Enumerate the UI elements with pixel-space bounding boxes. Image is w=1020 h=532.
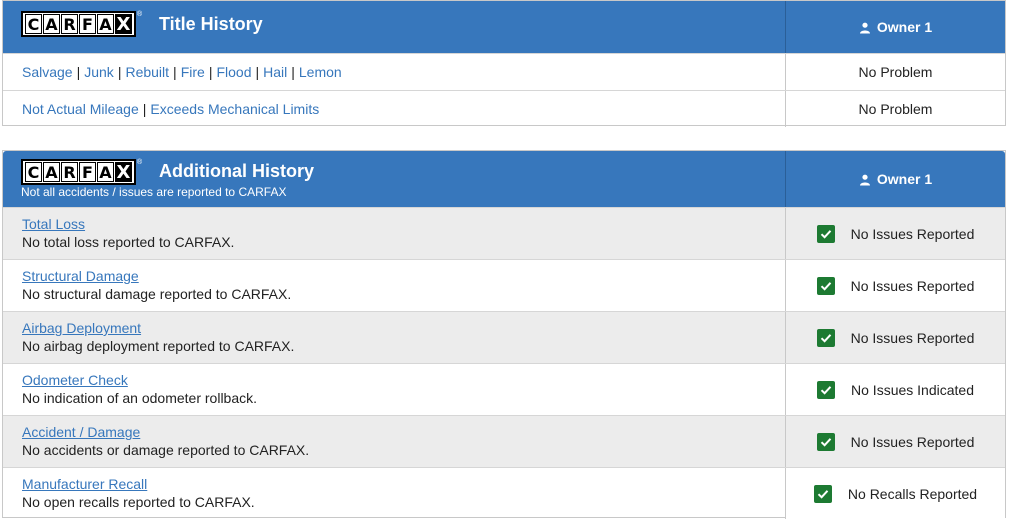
table-row: Accident / Damage No accidents or damage… — [3, 415, 1005, 467]
check-icon — [816, 328, 835, 347]
link-hail[interactable]: Hail — [263, 64, 287, 80]
check-icon — [813, 484, 832, 503]
title-history-header: CARFAX ® Title History Owner 1 — [3, 1, 1005, 53]
link-fire[interactable]: Fire — [181, 64, 205, 80]
item-title-link[interactable]: Total Loss — [22, 216, 85, 232]
mileage-links: Not Actual Mileage | Exceeds Mechanical Li… — [22, 101, 320, 117]
item-description: No airbag deployment reported to CARFAX. — [22, 338, 295, 354]
link-junk[interactable]: Junk — [84, 64, 114, 80]
table-row: Structural Damage No structural damage r… — [3, 259, 1005, 311]
section-subtitle: Not all accidents / issues are reported … — [21, 185, 287, 199]
item-title-link[interactable]: Accident / Damage — [22, 424, 140, 440]
link-salvage[interactable]: Salvage — [22, 64, 73, 80]
status-text: No Issues Reported — [850, 225, 975, 242]
link-flood[interactable]: Flood — [216, 64, 251, 80]
owner-column-header: Owner 1 — [785, 151, 1005, 207]
table-row: Airbag Deployment No airbag deployment r… — [3, 311, 1005, 363]
item-description: No structural damage reported to CARFAX. — [22, 286, 292, 302]
table-row: Not Actual Mileage | Exceeds Mechanical Li… — [3, 90, 1005, 127]
person-icon — [859, 21, 871, 34]
status-text: No Recalls Reported — [847, 485, 978, 502]
section-title: Additional History — [159, 161, 315, 181]
item-description: No indication of an odometer rollback. — [22, 390, 258, 406]
section-title: Title History — [159, 14, 263, 34]
check-icon — [816, 276, 835, 295]
item-description: No total loss reported to CARFAX. — [22, 234, 235, 250]
carfax-logo: CARFAX ® — [21, 159, 142, 185]
status-text: No Issues Reported — [850, 433, 975, 450]
item-description: No open recalls reported to CARFAX. — [22, 494, 255, 510]
title-brand-links: Salvage | Junk | Rebuilt | Fire | Flood | Hail | Lem… — [22, 64, 342, 80]
status-text: No Issues Reported — [850, 277, 975, 294]
carfax-logo: CARFAX ® — [21, 11, 142, 37]
table-row: Manufacturer Recall No open recalls repo… — [3, 467, 1005, 519]
item-title-link[interactable]: Odometer Check — [22, 372, 128, 388]
link-exceeds-mechanical-limits[interactable]: Exceeds Mechanical Limits — [150, 101, 319, 117]
check-icon — [816, 224, 835, 243]
status-text: No Issues Reported — [850, 329, 975, 346]
item-title-link[interactable]: Airbag Deployment — [22, 320, 141, 336]
status-cell: No Problem — [785, 54, 1005, 90]
link-not-actual-mileage[interactable]: Not Actual Mileage — [22, 101, 139, 117]
check-icon — [816, 432, 835, 451]
person-icon — [859, 173, 871, 186]
item-title-link[interactable]: Manufacturer Recall — [22, 476, 147, 492]
item-description: No accidents or damage reported to CARFA… — [22, 442, 310, 458]
owner-column-header: Owner 1 — [785, 1, 1005, 53]
link-rebuilt[interactable]: Rebuilt — [125, 64, 169, 80]
owner-label: Owner 1 — [876, 19, 933, 35]
item-title-link[interactable]: Structural Damage — [22, 268, 139, 284]
table-row: Salvage | Junk | Rebuilt | Fire | Flood | Hail | Lem… — [3, 53, 1005, 90]
status-cell: No Problem — [785, 91, 1005, 127]
table-row: Total Loss No total loss reported to CAR… — [3, 207, 1005, 259]
additional-history-section: CARFAX ® Additional History Not all acci… — [2, 150, 1006, 519]
table-row: Odometer Check No indication of an odome… — [3, 363, 1005, 415]
status-text: No Issues Indicated — [851, 381, 974, 398]
title-history-section: CARFAX ® Title History Owner 1 Salvage | J… — [2, 0, 1006, 127]
link-lemon[interactable]: Lemon — [299, 64, 342, 80]
additional-history-header: CARFAX ® Additional History Not all acci… — [3, 151, 1005, 207]
owner-label: Owner 1 — [876, 171, 933, 187]
check-icon — [817, 380, 836, 399]
